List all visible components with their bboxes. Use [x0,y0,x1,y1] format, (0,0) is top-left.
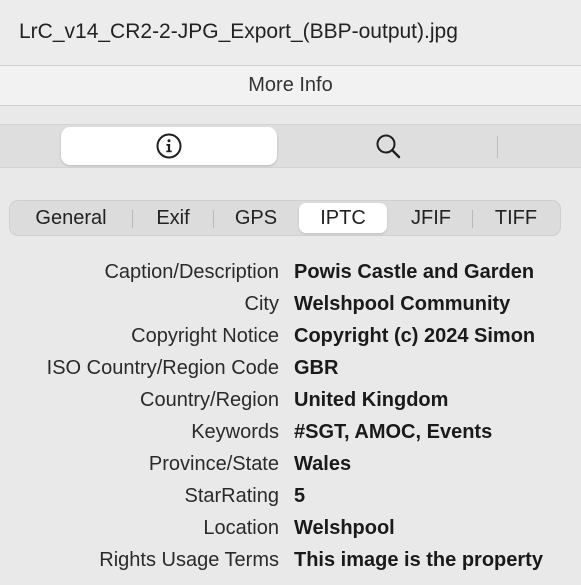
more-info-label: More Info [248,74,333,96]
field-label: City [244,293,279,315]
tab-general[interactable]: General [14,203,128,233]
tab-exif[interactable]: Exif [136,203,210,233]
tab-divider [213,210,214,228]
field-row: Copyright Notice Copyright (c) 2024 Simo… [0,322,581,354]
tab-tiff[interactable]: TIFF [476,203,556,233]
field-label: Rights Usage Terms [99,549,279,571]
iptc-field-list: Caption/Description Powis Castle and Gar… [0,258,581,578]
field-value[interactable]: GBR [294,357,338,380]
toolbar-divider [497,136,498,158]
window-titlebar: LrC_v14_CR2-2-JPG_Export_(BBP-output).jp… [0,0,581,66]
inspector-toolbar [0,124,581,168]
field-value[interactable]: This image is the property [294,549,543,572]
field-value[interactable]: #SGT, AMOC, Events [294,421,492,444]
field-row: Country/Region United Kingdom [0,386,581,418]
tab-iptc[interactable]: IPTC [299,203,387,233]
field-label: StarRating [184,485,280,507]
tab-divider [132,210,133,228]
magnifier-icon [376,134,401,159]
info-button[interactable] [61,127,277,165]
field-label: Country/Region [140,389,279,411]
field-row: StarRating 5 [0,482,581,514]
tab-gps[interactable]: GPS [217,203,295,233]
field-row: ISO Country/Region Code GBR [0,354,581,386]
field-label: Copyright Notice [131,325,279,347]
window-title: LrC_v14_CR2-2-JPG_Export_(BBP-output).jp… [19,20,458,43]
field-label: ISO Country/Region Code [46,357,279,379]
field-row: Caption/Description Powis Castle and Gar… [0,258,581,290]
info-circle-icon [156,133,182,159]
metadata-tab-bar: General Exif GPS IPTC JFIF TIFF [9,200,561,236]
field-label: Province/State [148,453,279,475]
field-row: Province/State Wales [0,450,581,482]
field-label: Caption/Description [104,261,279,283]
field-value[interactable]: Wales [294,453,351,476]
field-value[interactable]: Welshpool Community [294,293,510,316]
tab-divider [472,210,473,228]
more-info-header: More Info [0,66,581,106]
field-value[interactable]: Copyright (c) 2024 Simon [294,325,535,348]
field-row: Keywords #SGT, AMOC, Events [0,418,581,450]
field-label: Location [203,517,279,539]
field-row: Rights Usage Terms This image is the pro… [0,546,581,578]
search-button[interactable] [290,127,486,165]
field-row: Location Welshpool [0,514,581,546]
field-value[interactable]: 5 [294,485,305,508]
field-value[interactable]: Welshpool [294,517,395,540]
field-row: City Welshpool Community [0,290,581,322]
field-label: Keywords [191,421,279,443]
tab-jfif[interactable]: JFIF [391,203,471,233]
field-value[interactable]: Powis Castle and Garden [294,261,534,284]
field-value[interactable]: United Kingdom [294,389,448,412]
